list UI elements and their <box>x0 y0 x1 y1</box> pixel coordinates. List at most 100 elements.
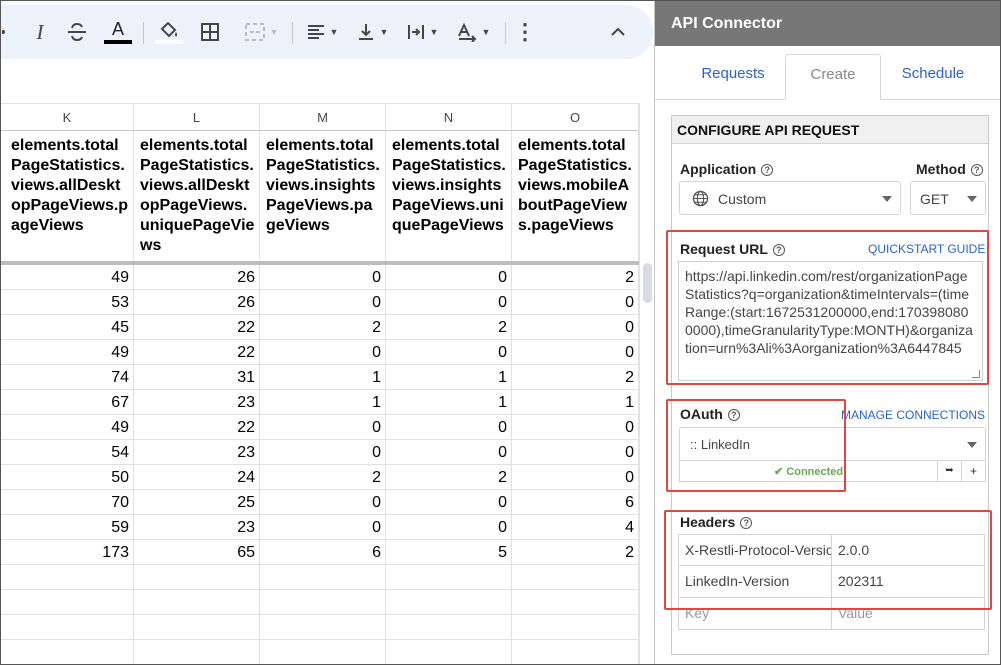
more-vert-icon[interactable]: ⋮ <box>514 19 536 45</box>
table-cell[interactable] <box>134 640 260 664</box>
column-header-o[interactable]: O <box>512 103 639 131</box>
table-cell[interactable]: 0 <box>512 465 639 490</box>
table-cell[interactable]: 59 <box>1 515 134 540</box>
text-rotation-icon[interactable]: ▼ <box>451 19 495 45</box>
tab-create[interactable]: Create <box>785 54 881 100</box>
column-header-l[interactable]: L <box>134 103 260 131</box>
text-wrapping-icon[interactable]: ▼ <box>401 19 443 45</box>
table-cell[interactable]: 0 <box>512 290 639 315</box>
table-cell[interactable]: 2 <box>512 365 639 390</box>
table-cell[interactable]: 0 <box>512 415 639 440</box>
table-cell[interactable] <box>260 640 386 664</box>
table-cell[interactable]: 0 <box>260 440 386 465</box>
table-cell[interactable] <box>386 565 512 590</box>
table-cell[interactable]: 23 <box>134 440 260 465</box>
vertical-align-icon[interactable]: ▼ <box>351 19 393 45</box>
table-cell[interactable]: 1 <box>260 390 386 415</box>
table-cell[interactable] <box>134 615 260 640</box>
table-cell[interactable]: 26 <box>134 265 260 290</box>
table-cell[interactable]: 23 <box>134 515 260 540</box>
header-cell[interactable]: elements.totalPageStatistics.views.allDe… <box>134 131 260 261</box>
table-cell[interactable]: 1 <box>386 390 512 415</box>
chevron-up-icon[interactable] <box>605 19 631 45</box>
table-cell[interactable]: 0 <box>386 415 512 440</box>
table-cell[interactable]: 0 <box>260 290 386 315</box>
table-cell[interactable]: 5 <box>386 540 512 565</box>
table-cell[interactable] <box>386 590 512 615</box>
table-cell[interactable] <box>1 640 134 664</box>
table-cell[interactable]: 0 <box>260 415 386 440</box>
table-cell[interactable]: 2 <box>386 315 512 340</box>
text-color-icon[interactable]: A <box>103 19 133 45</box>
header-cell[interactable]: elements.totalPageStatistics.views.allDe… <box>1 131 134 261</box>
table-cell[interactable]: 50 <box>1 465 134 490</box>
disconnect-icon[interactable]: ➥ <box>937 461 961 481</box>
table-cell[interactable]: 0 <box>512 440 639 465</box>
table-cell[interactable]: 70 <box>1 490 134 515</box>
table-cell[interactable]: 0 <box>386 515 512 540</box>
header-cell[interactable]: elements.totalPageStatistics.views.mobil… <box>512 131 639 261</box>
table-cell[interactable]: 65 <box>134 540 260 565</box>
column-header-m[interactable]: M <box>260 103 386 131</box>
table-cell[interactable]: 54 <box>1 440 134 465</box>
table-cell[interactable]: 74 <box>1 365 134 390</box>
table-cell[interactable]: 6 <box>512 490 639 515</box>
italic-icon[interactable]: I <box>27 19 53 45</box>
tab-requests[interactable]: Requests <box>683 54 783 100</box>
table-cell[interactable]: 0 <box>512 315 639 340</box>
table-cell[interactable]: 2 <box>260 315 386 340</box>
column-header-n[interactable]: N <box>386 103 512 131</box>
table-cell[interactable]: 0 <box>386 340 512 365</box>
add-connection-icon[interactable]: + <box>961 461 985 481</box>
table-cell[interactable]: 67 <box>1 390 134 415</box>
header-cell[interactable]: elements.totalPageStatistics.views.insig… <box>386 131 512 261</box>
table-cell[interactable]: 0 <box>260 265 386 290</box>
table-cell[interactable]: 25 <box>134 490 260 515</box>
table-cell[interactable] <box>386 615 512 640</box>
table-cell[interactable]: 23 <box>134 390 260 415</box>
table-cell[interactable]: 0 <box>260 340 386 365</box>
table-cell[interactable] <box>1 565 134 590</box>
application-select[interactable]: Custom <box>679 181 901 215</box>
table-cell[interactable]: 6 <box>260 540 386 565</box>
horizontal-align-icon[interactable]: ▼ <box>301 19 343 45</box>
table-cell[interactable]: 22 <box>134 415 260 440</box>
header-cell[interactable]: elements.totalPageStatistics.views.insig… <box>260 131 386 261</box>
table-cell[interactable]: 2 <box>512 265 639 290</box>
table-cell[interactable]: 0 <box>386 490 512 515</box>
fill-color-icon[interactable] <box>154 19 184 45</box>
table-cell[interactable]: 1 <box>260 365 386 390</box>
table-cell[interactable] <box>512 590 639 615</box>
table-cell[interactable]: 2 <box>386 465 512 490</box>
table-cell[interactable] <box>260 590 386 615</box>
table-cell[interactable]: 0 <box>260 490 386 515</box>
column-header-k[interactable]: K <box>1 103 134 131</box>
table-cell[interactable] <box>134 590 260 615</box>
table-cell[interactable]: 26 <box>134 290 260 315</box>
table-cell[interactable]: 2 <box>260 465 386 490</box>
help-icon[interactable]: ? <box>970 164 983 176</box>
table-cell[interactable]: 53 <box>1 290 134 315</box>
table-cell[interactable]: 49 <box>1 265 134 290</box>
table-cell[interactable]: 49 <box>1 415 134 440</box>
help-icon[interactable]: ? <box>761 164 774 176</box>
table-cell[interactable] <box>512 615 639 640</box>
table-cell[interactable] <box>512 640 639 664</box>
table-cell[interactable] <box>260 565 386 590</box>
table-cell[interactable]: 4 <box>512 515 639 540</box>
table-cell[interactable]: 22 <box>134 340 260 365</box>
table-cell[interactable]: 49 <box>1 340 134 365</box>
table-cell[interactable]: 0 <box>386 440 512 465</box>
method-select[interactable]: GET <box>910 181 986 215</box>
merge-cells-icon[interactable]: ▼ <box>237 19 285 45</box>
table-cell[interactable] <box>134 565 260 590</box>
table-cell[interactable]: 0 <box>386 265 512 290</box>
vertical-scrollbar[interactable] <box>639 103 654 664</box>
table-cell[interactable]: 0 <box>512 340 639 365</box>
table-cell[interactable]: 45 <box>1 315 134 340</box>
table-cell[interactable] <box>260 615 386 640</box>
table-cell[interactable] <box>512 565 639 590</box>
manage-connections-link[interactable]: MANAGE CONNECTIONS <box>841 408 985 422</box>
tab-schedule[interactable]: Schedule <box>883 54 983 100</box>
strikethrough-icon[interactable] <box>63 19 91 45</box>
